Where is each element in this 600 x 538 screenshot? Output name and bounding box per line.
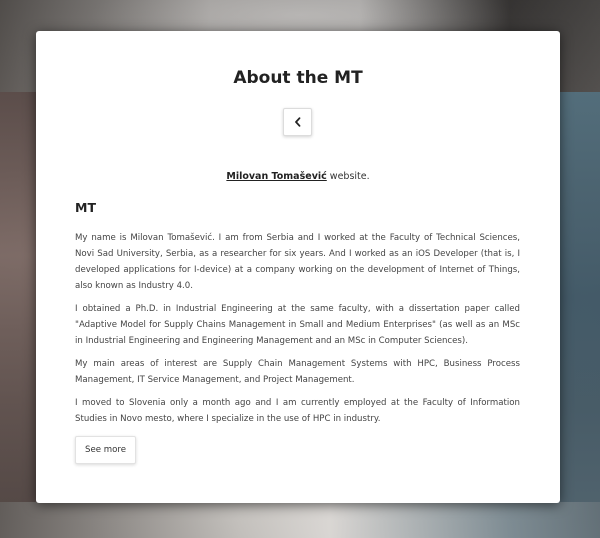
background-photo-bottom [0, 502, 600, 538]
about-modal: About the MT Milovan Tomašević website. … [36, 31, 560, 503]
modal-title: About the MT [233, 68, 363, 88]
paragraph: My name is Milovan Tomašević. I am from … [75, 233, 520, 291]
about-content: My name is Milovan Tomašević. I am from … [75, 230, 520, 434]
paragraph: I obtained a Ph.D. in Industrial Enginee… [75, 304, 520, 346]
site-credit-suffix: website. [326, 171, 370, 182]
see-more-button[interactable]: See more [75, 436, 136, 464]
paragraph: I moved to Slovenia only a month ago and… [75, 398, 520, 424]
author-link[interactable]: Milovan Tomašević [226, 171, 326, 182]
back-button[interactable] [283, 108, 312, 136]
background-photo-right [558, 92, 600, 502]
paragraph: My main areas of interest are Supply Cha… [75, 359, 520, 385]
background-photo-left [0, 92, 36, 502]
section-heading: MT [75, 200, 96, 215]
site-credit: Milovan Tomašević website. [36, 171, 560, 182]
chevron-left-icon [294, 117, 302, 127]
